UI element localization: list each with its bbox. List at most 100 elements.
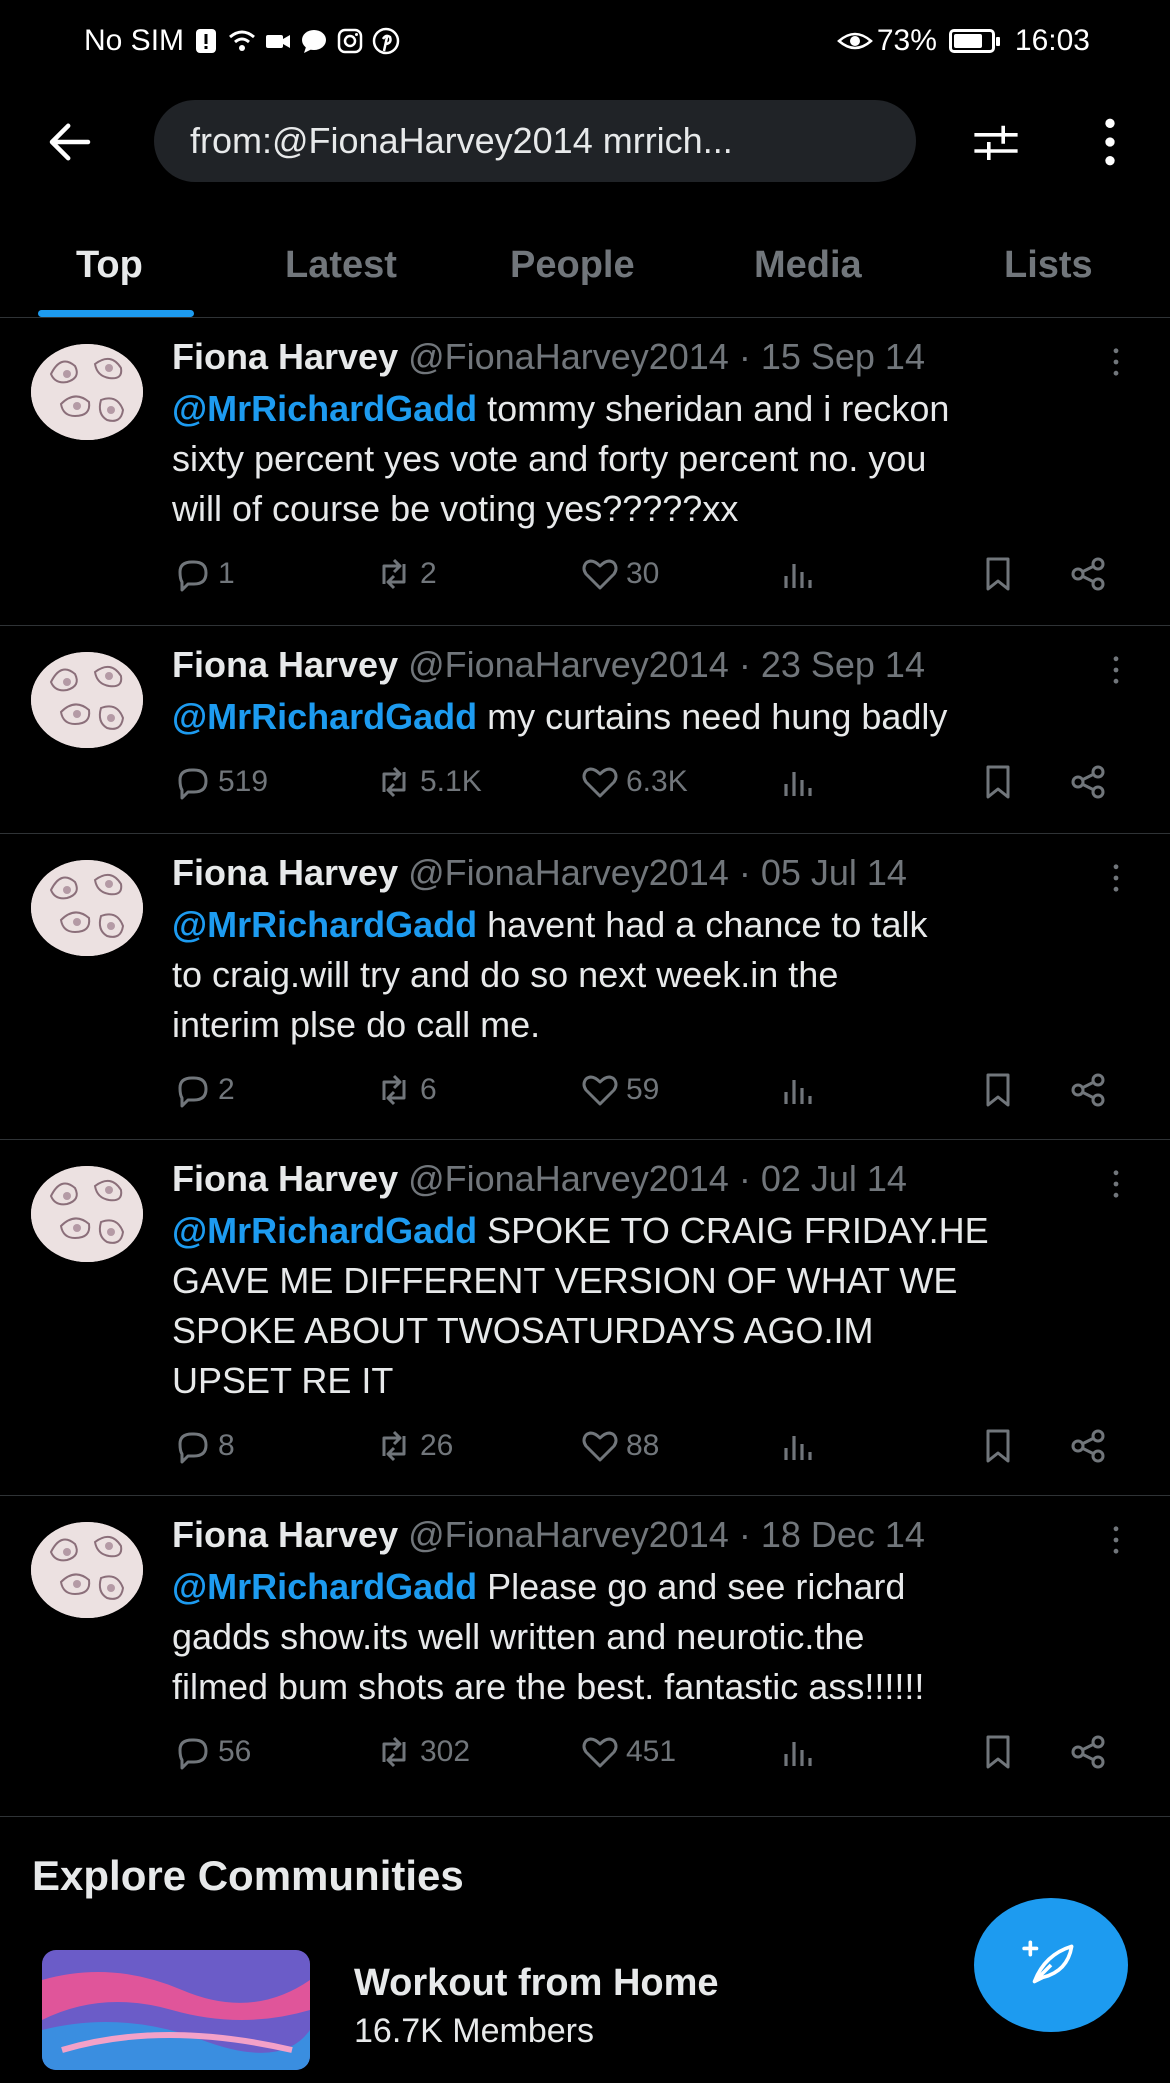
repost-icon <box>374 1070 414 1110</box>
search-filter-button[interactable] <box>966 112 1026 172</box>
tweet-more-button[interactable] <box>1106 1520 1126 1560</box>
tweet-line: havent had a chance to talk <box>477 904 928 945</box>
like-button[interactable]: 6.3K <box>580 762 688 802</box>
author-name[interactable]: Fiona Harvey <box>172 336 398 377</box>
tweet-date: · 15 Sep 14 <box>738 336 925 377</box>
avatar[interactable] <box>31 652 143 748</box>
more-options-button[interactable] <box>1090 112 1130 172</box>
like-button[interactable]: 88 <box>580 1426 659 1466</box>
tweet-header: Fiona Harvey @FionaHarvey2014 · 05 Jul 1… <box>172 852 907 894</box>
bookmark-button[interactable] <box>978 1426 1018 1466</box>
mention-link[interactable]: @MrRichardGadd <box>172 696 477 737</box>
mention-link[interactable]: @MrRichardGadd <box>172 1210 477 1251</box>
compose-button[interactable] <box>974 1898 1128 2032</box>
reply-count: 519 <box>218 765 269 798</box>
reply-icon <box>172 1732 212 1772</box>
tweet-header: Fiona Harvey @FionaHarvey2014 · 15 Sep 1… <box>172 336 925 378</box>
views-button[interactable] <box>778 1732 818 1772</box>
views-button[interactable] <box>778 762 818 802</box>
tab-lists[interactable]: Lists <box>1004 244 1093 287</box>
author-handle: @FionaHarvey2014 <box>408 852 729 893</box>
avatar[interactable] <box>31 344 143 440</box>
author-name[interactable]: Fiona Harvey <box>172 852 398 893</box>
heart-icon <box>580 1732 620 1772</box>
author-handle: @FionaHarvey2014 <box>408 1158 729 1199</box>
reply-button[interactable]: 1 <box>172 554 235 594</box>
author-name[interactable]: Fiona Harvey <box>172 1514 398 1555</box>
reply-button[interactable]: 519 <box>172 762 268 802</box>
avatar[interactable] <box>31 860 143 956</box>
tweet-line: GAVE ME DIFFERENT VERSION OF WHAT WE <box>172 1260 958 1301</box>
search-query: from:@FionaHarvey2014 mrrich... <box>190 120 733 161</box>
views-button[interactable] <box>778 1070 818 1110</box>
community-banner[interactable] <box>42 1950 310 2070</box>
bookmark-button[interactable] <box>978 1070 1018 1110</box>
tweet-header: Fiona Harvey @FionaHarvey2014 · 23 Sep 1… <box>172 644 925 686</box>
tweet-more-button[interactable] <box>1106 1164 1126 1204</box>
views-button[interactable] <box>778 554 818 594</box>
repost-button[interactable]: 6 <box>374 1070 437 1110</box>
repost-button[interactable]: 302 <box>374 1732 470 1772</box>
tab-top[interactable]: Top <box>76 244 143 287</box>
avatar[interactable] <box>31 1166 143 1262</box>
repost-button[interactable]: 2 <box>374 554 437 594</box>
bookmark-icon <box>978 1070 1018 1110</box>
tweet-date: · 23 Sep 14 <box>738 644 925 685</box>
tweet[interactable]: Fiona Harvey @FionaHarvey2014 · 15 Sep 1… <box>0 318 1170 626</box>
tweet-more-button[interactable] <box>1106 858 1126 898</box>
bookmark-icon <box>978 554 1018 594</box>
community-name[interactable]: Workout from Home <box>354 1962 719 2005</box>
tweet[interactable]: Fiona Harvey @FionaHarvey2014 · 18 Dec 1… <box>0 1496 1170 1817</box>
reply-count: 56 <box>218 1735 252 1768</box>
mention-link[interactable]: @MrRichardGadd <box>172 1566 477 1607</box>
status-bar: No SIM 73% 16:03 <box>0 0 1170 88</box>
author-name[interactable]: Fiona Harvey <box>172 1158 398 1199</box>
instagram-icon <box>336 27 364 55</box>
views-button[interactable] <box>778 1426 818 1466</box>
tab-latest[interactable]: Latest <box>285 244 397 287</box>
reply-count: 2 <box>218 1073 235 1106</box>
repost-button[interactable]: 5.1K <box>374 762 482 802</box>
tweet-header: Fiona Harvey @FionaHarvey2014 · 02 Jul 1… <box>172 1158 907 1200</box>
tweet[interactable]: Fiona Harvey @FionaHarvey2014 · 23 Sep 1… <box>0 626 1170 834</box>
status-left: No SIM <box>84 24 400 58</box>
video-icon <box>264 27 292 55</box>
tweet[interactable]: Fiona Harvey @FionaHarvey2014 · 05 Jul 1… <box>0 834 1170 1140</box>
like-button[interactable]: 30 <box>580 554 659 594</box>
avatar[interactable] <box>31 1522 143 1618</box>
tweet-line: interim plse do call me. <box>172 1004 541 1045</box>
share-button[interactable] <box>1068 554 1108 594</box>
reply-button[interactable]: 2 <box>172 1070 235 1110</box>
bookmark-icon <box>978 1732 1018 1772</box>
mention-link[interactable]: @MrRichardGadd <box>172 904 477 945</box>
share-button[interactable] <box>1068 1070 1108 1110</box>
reply-button[interactable]: 56 <box>172 1732 251 1772</box>
tweet-text: @MrRichardGadd my curtains need hung bad… <box>172 692 1132 742</box>
reply-button[interactable]: 8 <box>172 1426 235 1466</box>
share-icon <box>1068 554 1108 594</box>
repost-button[interactable]: 26 <box>374 1426 453 1466</box>
tweet-line: tommy sheridan and i reckon <box>477 388 950 429</box>
bookmark-button[interactable] <box>978 554 1018 594</box>
tweet-more-button[interactable] <box>1106 342 1126 382</box>
tweet-line: sixty percent yes vote and forty percent… <box>172 438 927 479</box>
reply-icon <box>172 1426 212 1466</box>
share-button[interactable] <box>1068 762 1108 802</box>
tab-media[interactable]: Media <box>754 244 862 287</box>
share-button[interactable] <box>1068 1426 1108 1466</box>
tweet[interactable]: Fiona Harvey @FionaHarvey2014 · 02 Jul 1… <box>0 1140 1170 1496</box>
tweet-more-button[interactable] <box>1106 650 1126 690</box>
share-button[interactable] <box>1068 1732 1108 1772</box>
like-button[interactable]: 59 <box>580 1070 659 1110</box>
section-title: Explore Communities <box>32 1852 464 1899</box>
search-input[interactable]: from:@FionaHarvey2014 mrrich... <box>154 100 916 182</box>
like-button[interactable]: 451 <box>580 1732 676 1772</box>
bookmark-button[interactable] <box>978 1732 1018 1772</box>
bookmark-button[interactable] <box>978 762 1018 802</box>
tweet-line: SPOKE TO CRAIG FRIDAY.HE <box>477 1210 989 1251</box>
author-name[interactable]: Fiona Harvey <box>172 644 398 685</box>
mention-link[interactable]: @MrRichardGadd <box>172 388 477 429</box>
tab-people[interactable]: People <box>510 244 635 287</box>
back-button[interactable] <box>40 112 100 172</box>
bar-chart-icon <box>778 1732 818 1772</box>
